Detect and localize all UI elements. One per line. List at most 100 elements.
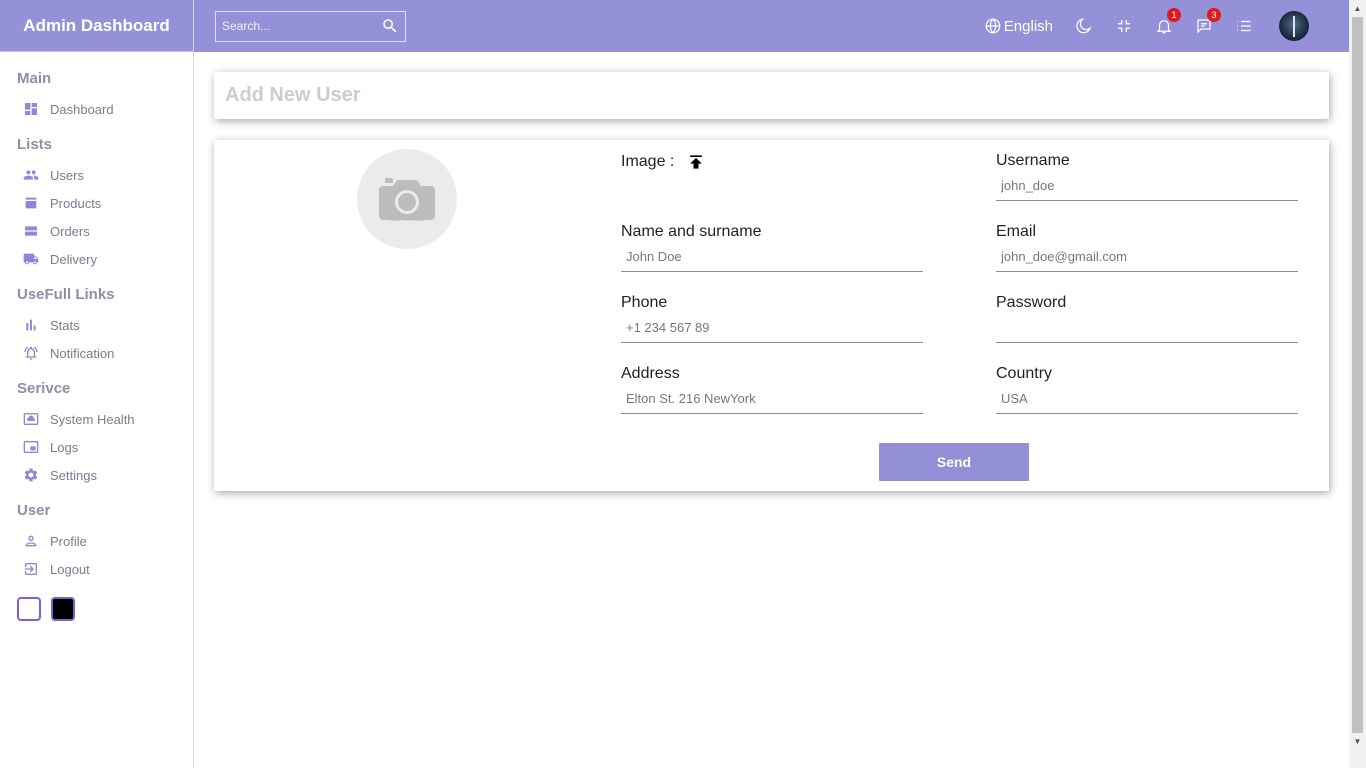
dashboard-icon [23,101,39,117]
country-field-group: Country [996,364,1298,414]
name-field-group: Name and surname [621,222,923,272]
section-title-links: UseFull Links [17,286,115,303]
section-title-main: Main [17,70,52,87]
person-icon [23,533,39,549]
list-icon [1237,20,1251,32]
notifications-button[interactable]: 1 [1155,8,1181,35]
email-label: Email [996,223,1037,240]
sidebar-item-stats[interactable]: Stats [17,311,193,339]
sidebar-item-products[interactable]: Products [17,189,193,217]
sidebar-item-dashboard[interactable]: Dashboard [17,95,193,123]
sidebar-item-system-health[interactable]: System Health [17,405,193,433]
notifications-badge: 1 [1167,8,1181,22]
scroll-up-arrow-icon[interactable]: ▲ [1349,0,1366,17]
scroll-down-arrow-icon[interactable]: ▼ [1349,733,1366,750]
sidebar-item-label: Logs [50,439,79,455]
upload-icon[interactable] [686,152,706,172]
country-input[interactable] [996,384,1298,414]
messages-button[interactable]: 3 [1195,8,1221,35]
search-input[interactable] [222,19,372,33]
phone-field-group: Phone [621,293,923,343]
sidebar-item-users[interactable]: Users [17,161,193,189]
section-title-service: Serivce [17,380,71,397]
sidebar-menu: Main Dashboard Lists Users Products Orde… [0,52,193,621]
topbar: English 1 3 [194,0,1349,52]
bar-chart-icon [23,317,39,333]
scroll-thumb[interactable] [1352,17,1363,733]
name-label: Name and surname [621,223,762,240]
gear-icon [23,467,39,483]
fullscreen-exit-button[interactable] [1115,17,1133,35]
email-input[interactable] [996,242,1298,272]
list-view-button[interactable] [1235,17,1253,35]
top-actions: English 1 3 [962,8,1309,41]
sidebar-item-label: Notification [50,345,115,361]
password-input[interactable] [996,313,1298,343]
address-input[interactable] [621,384,923,414]
address-label: Address [621,365,680,382]
messages-badge: 3 [1207,8,1221,22]
add-user-form: NO IMAGE Image : Username Name and surna… [214,140,1329,491]
store-icon [23,195,39,211]
address-field-group: Address [621,364,923,414]
fullscreen-exit-icon [1118,20,1130,32]
sidebar-item-label: Stats [50,317,80,333]
logo-bar: Admin Dashboard [0,0,193,52]
email-field-group: Email [996,222,1298,272]
sidebar-item-label: Logout [50,561,90,577]
password-field-group: Password [996,293,1298,343]
sidebar-item-label: Orders [50,223,90,239]
phone-label: Phone [621,294,668,311]
app-logo[interactable]: Admin Dashboard [23,16,169,36]
sidebar-item-label: Products [50,195,102,211]
sidebar-item-logs[interactable]: Logs [17,433,193,461]
name-input[interactable] [621,242,923,272]
sidebar-item-label: Profile [50,533,87,549]
sidebar-item-label: Dashboard [50,101,114,117]
title-card: Add New User [214,72,1329,119]
search-box [215,10,406,42]
theme-switcher [17,597,193,621]
exit-icon [23,561,39,577]
picture-in-picture-icon [23,439,39,455]
language-label: English [1003,17,1053,35]
people-icon [23,167,39,183]
section-title-lists: Lists [17,136,53,153]
sidebar-item-settings[interactable]: Settings [17,461,193,489]
moon-icon [1076,18,1092,34]
scrollbar[interactable]: ▲ ▼ [1349,0,1366,768]
dark-mode-button[interactable] [1075,17,1093,35]
image-label: Image : [621,153,675,170]
sidebar-item-delivery[interactable]: Delivery [17,245,193,273]
password-label: Password [996,294,1067,311]
truck-icon [23,251,39,267]
sidebar-item-label: Settings [50,467,97,483]
country-label: Country [996,365,1053,382]
bell-ring-icon [23,345,39,361]
sidebar-item-label: Users [50,167,84,183]
globe-icon [985,18,1001,34]
username-label: Username [996,152,1070,169]
send-button[interactable]: Send [879,443,1029,481]
dark-theme-button[interactable] [51,597,75,621]
sidebar-item-logout[interactable]: Logout [17,555,193,583]
search-icon[interactable] [381,17,399,35]
credit-card-icon [23,223,39,239]
cloud-icon [23,411,39,427]
sidebar-item-notification[interactable]: Notification [17,339,193,367]
sidebar: Admin Dashboard Main Dashboard Lists Use… [0,0,194,768]
image-preview: NO IMAGE [357,149,457,249]
phone-input[interactable] [621,313,923,343]
page-title: Add New User [225,84,361,106]
username-input[interactable] [996,171,1298,201]
image-upload-row: Image : [621,152,706,172]
no-image-text: NO IMAGE [389,215,425,223]
sidebar-item-label: Delivery [50,251,97,267]
sidebar-item-label: System Health [50,411,135,427]
light-theme-button[interactable] [17,597,41,621]
language-selector[interactable]: English [984,17,1053,35]
sidebar-item-profile[interactable]: Profile [17,527,193,555]
avatar[interactable] [1279,11,1309,41]
sidebar-item-orders[interactable]: Orders [17,217,193,245]
camera-icon [379,177,435,220]
